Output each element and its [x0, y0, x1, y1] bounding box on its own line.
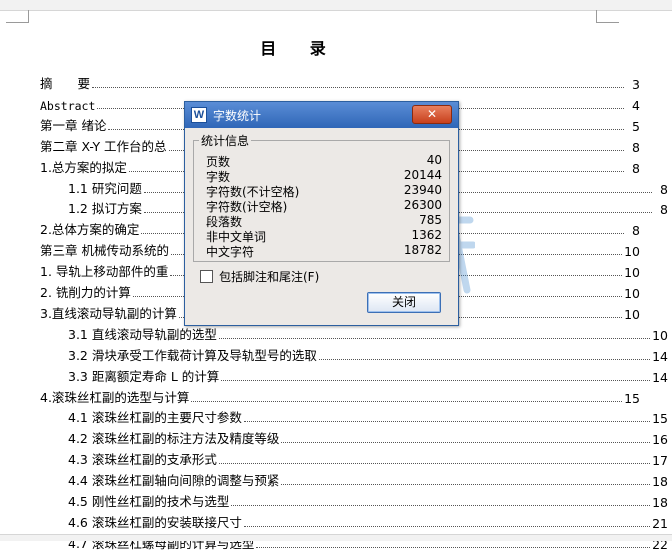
toc-entry[interactable]: 3.1 直线滚动导轨副的选型 10 — [0, 325, 668, 343]
toc-leader-dots — [218, 337, 651, 339]
toc-entry[interactable]: 4.1 滚珠丝杠副的主要尺寸参数 15 — [0, 408, 668, 426]
stats-group-label: 统计信息 — [199, 132, 252, 149]
toc-entry-page: 8 — [632, 139, 640, 155]
toc-entry-label: 1.总方案的拟定 — [40, 159, 127, 175]
toc-entry-label: 2. 铣削力的计算 — [40, 285, 131, 300]
toc-entry-page: 10 — [624, 244, 640, 260]
stat-row: 字符数(不计空格) 23940 — [206, 183, 442, 199]
toc-entry-label: 3.直线滚动导轨副的计算 — [40, 305, 177, 321]
toc-entry-page: 15 — [652, 411, 668, 427]
stat-row: 非中文单词 1362 — [206, 228, 442, 244]
stat-label: 中文字符 — [206, 245, 255, 259]
toc-entry[interactable]: 4.5 刚性丝杠副的技术与选型 18 — [0, 492, 668, 510]
toc-entry-page: 10 — [624, 306, 640, 322]
toc-entry-page: 3 — [632, 77, 640, 92]
toc-entry-label: Abstract — [40, 98, 96, 113]
toc-entry[interactable]: 3.3 距离额定寿命 L 的计算 14 — [0, 367, 668, 385]
toc-leader-dots — [243, 420, 651, 423]
toc-entry-label: 3.2 滑块承受工作载荷计算及导轨型号的选取 — [68, 347, 317, 363]
stat-value: 1362 — [411, 228, 442, 242]
toc-leader-dots — [281, 483, 651, 486]
top-ruler-bar — [0, 0, 672, 11]
toc-entry-label: 第三章 机械传动系统的 — [40, 243, 169, 259]
toc-entry[interactable]: 摘 要 3 — [0, 74, 640, 92]
toc-entry-label: 第一章 绪论 — [40, 117, 107, 133]
stat-row: 字符数(计空格) 26300 — [206, 198, 442, 214]
toc-entry-page: 10 — [652, 327, 668, 343]
stat-value: 20144 — [403, 168, 442, 182]
stat-value: 23940 — [403, 183, 442, 197]
toc-entry-label: 4.6 滚珠丝杠副的安装联接尺寸 — [68, 514, 242, 530]
toc-leader-dots — [191, 400, 623, 402]
include-footnotes-label: 包括脚注和尾注(F) — [219, 269, 320, 284]
stat-value: 18782 — [403, 243, 442, 257]
toc-leader-dots — [256, 546, 651, 548]
stat-row: 中文字符 18782 — [206, 243, 442, 259]
toc-entry-label: 4.滚珠丝杠副的选型与计算 — [40, 389, 190, 405]
toc-entry-label: 3.3 距离额定寿命 L 的计算 — [68, 368, 220, 384]
close-icon[interactable]: ✕ — [412, 105, 452, 124]
toc-entry-label: 第二章 X-Y 工作台的总 — [40, 138, 167, 154]
toc-entry-page: 18 — [652, 495, 668, 510]
stat-row: 页数 40 — [206, 153, 442, 169]
toc-entry[interactable]: 4.2 滚珠丝杠副的标注方法及精度等级 16 — [0, 429, 668, 447]
toc-leader-dots — [231, 504, 651, 506]
toc-entry-page: 8 — [660, 202, 668, 218]
toc-leader-dots — [221, 379, 651, 381]
toc-entry-label: 4.1 滚珠丝杠副的主要尺寸参数 — [68, 410, 242, 426]
close-button[interactable]: 关闭 — [367, 292, 441, 313]
toc-leader-dots — [243, 525, 651, 527]
toc-title: 目 录 — [260, 39, 340, 58]
stat-row: 字数 20144 — [206, 168, 442, 184]
toc-entry-page: 14 — [652, 348, 668, 364]
toc-entry-label: 4.5 刚性丝杠副的技术与选型 — [68, 494, 230, 509]
stat-value: 40 — [426, 153, 442, 167]
toc-leader-dots — [318, 358, 651, 360]
toc-entry-page: 17 — [652, 453, 668, 469]
toc-entry-page: 4 — [632, 97, 640, 113]
toc-entry-label: 4.4 滚珠丝杠副轴向间隙的调整与预紧 — [68, 473, 280, 489]
toc-entry-page: 8 — [660, 181, 668, 197]
stats-group: 统计信息 页数 40 字数 20144 字符数(不计空格) 23940 字符数(计空格) 26… — [193, 132, 450, 262]
toc-entry[interactable]: 4.4 滚珠丝杠副轴向间隙的调整与预紧 18 — [0, 471, 668, 489]
toc-entry-label: 3.1 直线滚动导轨副的选型 — [68, 326, 217, 342]
toc-entry[interactable]: 4.6 滚珠丝杠副的安装联接尺寸 21 — [0, 513, 668, 531]
toc-entry[interactable]: 4.3 滚珠丝杠副的支承形式 17 — [0, 450, 668, 468]
toc-entry-label: 摘 要 — [40, 76, 91, 91]
toc-entry-page: 21 — [652, 515, 668, 531]
toc-entry-page: 8 — [632, 160, 640, 176]
toc-entry-page: 10 — [624, 286, 640, 301]
toc-leader-dots — [218, 462, 651, 465]
dialog-title: 字数统计 — [213, 108, 262, 123]
word-count-dialog: W 字数统计 ✕ 统计信息 页数 40 字数 20144 字符数(不计空格) 23940 字… — [184, 101, 459, 326]
toc-entry-page: 18 — [652, 474, 668, 490]
toc-entry[interactable]: 3.2 滑块承受工作载荷计算及导轨型号的选取 14 — [0, 346, 668, 364]
include-footnotes-option[interactable]: 包括脚注和尾注(F) — [200, 268, 319, 284]
toc-entry-label: 4.3 滚珠丝杠副的支承形式 — [68, 452, 217, 468]
toc-entry[interactable]: 4.滚珠丝杠副的选型与计算 15 — [0, 388, 640, 406]
toc-entry-label: 4.2 滚珠丝杠副的标注方法及精度等级 — [68, 431, 280, 447]
toc-entry-label: 1. 导轨上移动部件的重 — [40, 264, 169, 280]
stat-value: 26300 — [403, 198, 442, 212]
toc-leader-dots — [281, 441, 651, 444]
include-footnotes-checkbox[interactable] — [200, 269, 213, 283]
toc-entry-label: 1.2 拟订方案 — [68, 201, 142, 217]
toc-entry-page: 15 — [624, 390, 640, 406]
dialog-titlebar[interactable]: W 字数统计 ✕ — [185, 102, 458, 128]
toc-entry-label: 2.总体方案的确定 — [40, 222, 140, 238]
toc-entry-page: 5 — [632, 118, 640, 134]
stat-value: 785 — [419, 213, 442, 227]
toc-entry-page: 10 — [624, 265, 640, 281]
toc-entry-page: 8 — [632, 223, 640, 239]
stat-row: 段落数 785 — [206, 213, 442, 229]
toc-entry-page: 14 — [652, 369, 668, 385]
wps-writer-icon: W — [191, 107, 207, 123]
toc-entry-label: 1.1 研究问题 — [68, 180, 142, 196]
toc-entry-page: 16 — [652, 432, 668, 448]
toc-leader-dots — [92, 86, 624, 88]
